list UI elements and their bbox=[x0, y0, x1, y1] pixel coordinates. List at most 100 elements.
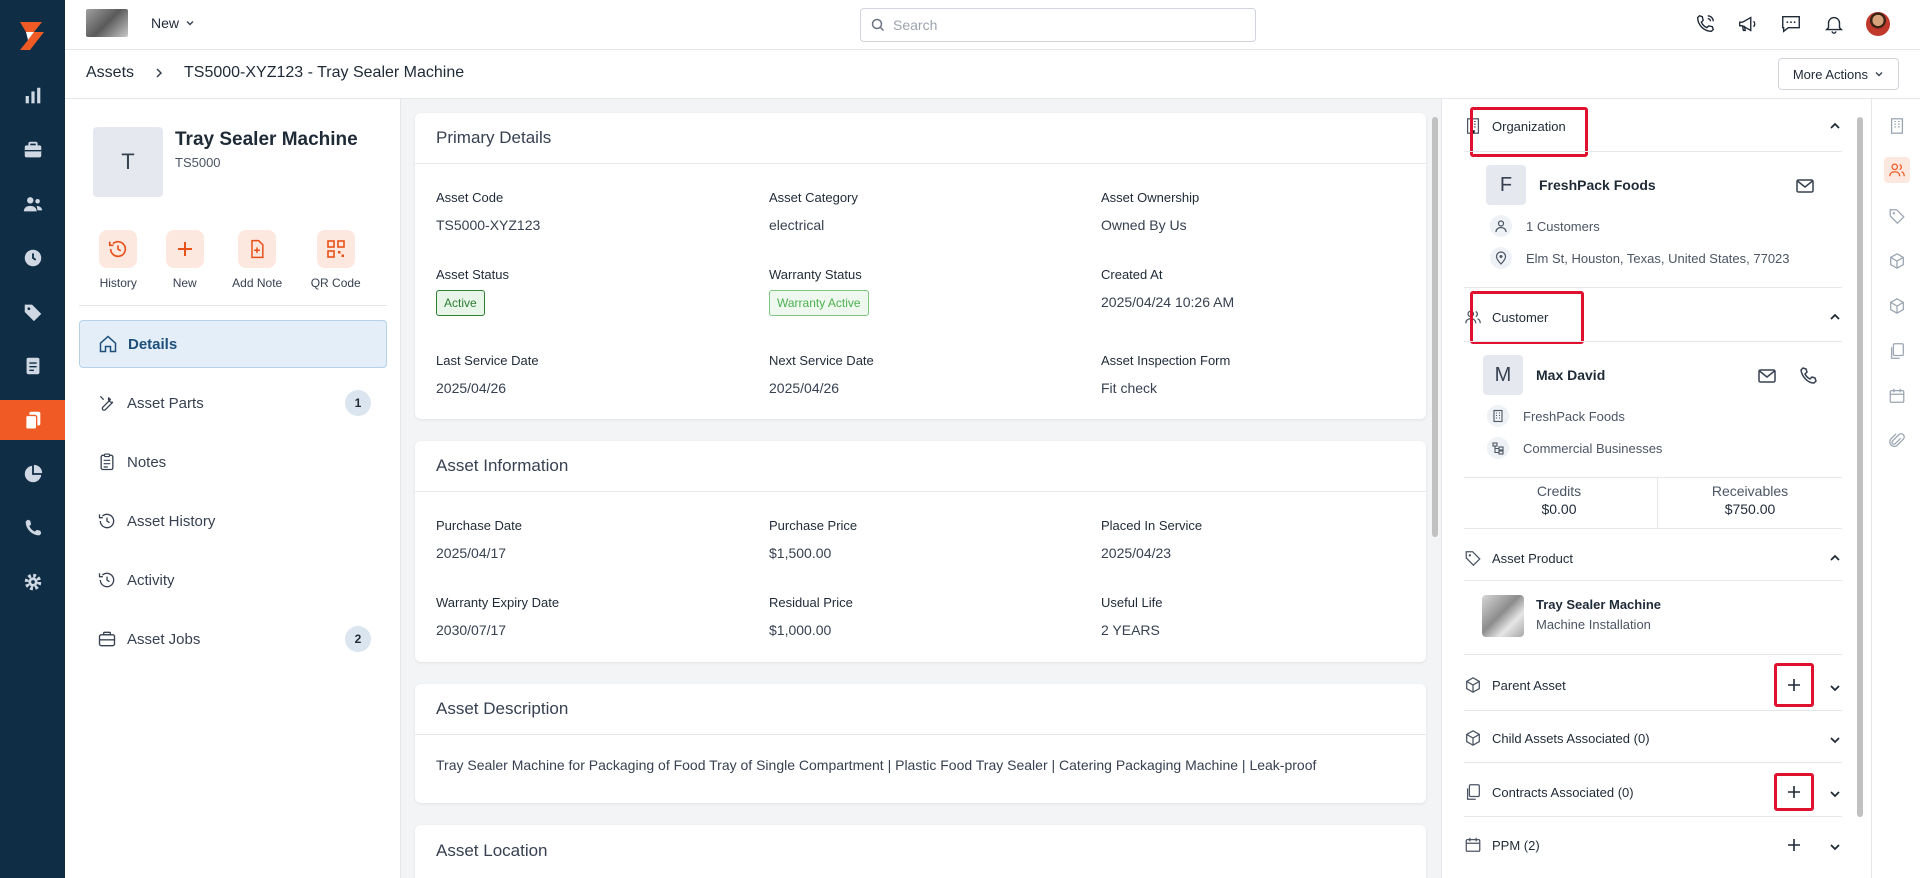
child-assets-section-header[interactable]: Child Assets Associated (0) bbox=[1464, 718, 1842, 758]
chevron-down-icon[interactable] bbox=[1828, 787, 1842, 801]
main-scrollbar[interactable] bbox=[1429, 99, 1441, 878]
field-value: 2025/04/17 bbox=[436, 545, 507, 561]
cube-icon bbox=[1466, 730, 1480, 746]
contracts-section-header[interactable]: Contracts Associated (0) bbox=[1464, 772, 1842, 812]
nav-pricing[interactable] bbox=[0, 292, 65, 332]
mail-icon[interactable] bbox=[1794, 175, 1816, 197]
organization-customers: 1 Customers bbox=[1526, 218, 1600, 234]
tab-asset-parts-label: Asset Parts bbox=[127, 394, 204, 412]
home-icon bbox=[99, 335, 117, 353]
tab-details[interactable]: Details bbox=[79, 320, 387, 368]
breadcrumb-assets-link[interactable]: Assets bbox=[86, 64, 134, 82]
user-avatar[interactable] bbox=[1866, 12, 1890, 36]
field-label: Warranty Expiry Date bbox=[436, 595, 560, 610]
rail-contracts[interactable] bbox=[1884, 338, 1910, 364]
app-logo[interactable] bbox=[12, 16, 52, 56]
rail-attachments[interactable] bbox=[1884, 428, 1910, 454]
nav-customers[interactable] bbox=[0, 184, 65, 224]
useful-life-field: Useful Life 2 YEARS bbox=[1101, 595, 1162, 638]
bell-icon[interactable] bbox=[1823, 13, 1845, 35]
tab-activity[interactable]: Activity bbox=[79, 556, 387, 604]
rail-child-assets[interactable] bbox=[1884, 293, 1910, 319]
nav-settings[interactable] bbox=[0, 562, 65, 602]
chevron-up-icon[interactable] bbox=[1828, 119, 1842, 133]
tab-asset-history[interactable]: Asset History bbox=[79, 497, 387, 545]
chevron-down-icon[interactable] bbox=[1828, 840, 1842, 854]
field-label: Asset Category bbox=[769, 190, 858, 205]
chat-icon[interactable] bbox=[1780, 13, 1802, 35]
nav-schedule[interactable] bbox=[0, 238, 65, 278]
add-ppm-button[interactable] bbox=[1774, 825, 1814, 865]
briefcase-icon bbox=[24, 141, 41, 158]
chevron-down-icon[interactable] bbox=[1828, 733, 1842, 747]
asset-product-name[interactable]: Tray Sealer Machine bbox=[1536, 597, 1661, 612]
next-service-field: Next Service Date 2025/04/26 bbox=[769, 353, 874, 396]
megaphone-icon[interactable] bbox=[1737, 13, 1759, 35]
customer-organization-row: FreshPack Foods bbox=[1487, 405, 1625, 427]
section-divider bbox=[1464, 816, 1842, 817]
search-icon bbox=[871, 18, 885, 32]
new-menu-button[interactable]: New bbox=[151, 15, 195, 31]
chevron-up-icon[interactable] bbox=[1828, 310, 1842, 324]
rail-ppm[interactable] bbox=[1884, 383, 1910, 409]
qr-code-action-label: QR Code bbox=[310, 276, 361, 290]
tab-asset-parts[interactable]: Asset Parts 1 bbox=[79, 379, 387, 427]
qr-code-action[interactable]: QR Code bbox=[311, 230, 361, 290]
asset-product-section-header[interactable]: Asset Product bbox=[1464, 538, 1842, 578]
nav-assets[interactable] bbox=[0, 400, 65, 440]
add-parent-asset-button[interactable] bbox=[1774, 663, 1814, 707]
section-divider bbox=[1464, 762, 1842, 763]
nav-jobs[interactable] bbox=[0, 130, 65, 170]
parent-asset-section-header[interactable]: Parent Asset bbox=[1464, 663, 1842, 707]
nav-invoices[interactable] bbox=[0, 346, 65, 386]
chevron-down-icon[interactable] bbox=[1828, 681, 1842, 695]
purchase-date-field: Purchase Date 2025/04/17 bbox=[436, 518, 522, 561]
nav-reports[interactable] bbox=[0, 454, 65, 494]
field-label: Next Service Date bbox=[769, 353, 874, 368]
plus-icon bbox=[1788, 786, 1800, 798]
paperclip-icon bbox=[1889, 433, 1905, 448]
organization-name[interactable]: FreshPack Foods bbox=[1539, 177, 1656, 193]
field-value: $1,000.00 bbox=[769, 622, 832, 638]
tab-asset-jobs[interactable]: Asset Jobs 2 bbox=[79, 615, 387, 663]
nav-calls[interactable] bbox=[0, 508, 65, 548]
customer-highlight bbox=[1470, 291, 1584, 344]
add-note-action-label: Add Note bbox=[232, 276, 283, 290]
rail-asset-product[interactable] bbox=[1884, 203, 1910, 229]
pie-chart-icon bbox=[24, 464, 42, 483]
asset-product-category: Machine Installation bbox=[1536, 617, 1651, 632]
primary-details-title: Primary Details bbox=[415, 113, 1426, 164]
tab-notes-label: Notes bbox=[127, 453, 167, 471]
new-action-label: New bbox=[172, 276, 197, 290]
more-actions-button[interactable]: More Actions bbox=[1777, 58, 1899, 90]
rail-organization[interactable] bbox=[1884, 113, 1910, 139]
breadcrumb-current: TS5000-XYZ123 - Tray Sealer Machine bbox=[184, 64, 465, 81]
customer-name[interactable]: Max David bbox=[1536, 367, 1605, 383]
asset-information-title: Asset Information bbox=[415, 441, 1426, 492]
chevron-up-icon[interactable] bbox=[1828, 551, 1842, 565]
related-panel-scrollbar[interactable] bbox=[1857, 117, 1863, 817]
phone-call-icon[interactable] bbox=[1694, 13, 1716, 35]
add-note-action[interactable]: Add Note bbox=[232, 230, 282, 290]
last-service-field: Last Service Date 2025/04/26 bbox=[436, 353, 539, 396]
phone-icon[interactable] bbox=[1798, 365, 1820, 387]
rail-customer[interactable] bbox=[1884, 157, 1910, 183]
rail-parent-asset[interactable] bbox=[1884, 248, 1910, 274]
tab-notes[interactable]: Notes bbox=[79, 438, 387, 486]
qr-code-icon bbox=[326, 240, 345, 258]
add-contract-button[interactable] bbox=[1774, 773, 1814, 811]
asset-location-title: Asset Location bbox=[436, 840, 548, 860]
created-at-field: Created At 2025/04/24 10:26 AM bbox=[1101, 267, 1234, 310]
organization-avatar: F bbox=[1486, 165, 1526, 205]
company-logo[interactable] bbox=[86, 9, 128, 37]
new-action[interactable]: New bbox=[165, 230, 204, 290]
asset-location-card: Asset Location bbox=[415, 825, 1426, 878]
ppm-heading: PPM (2) bbox=[1492, 837, 1540, 853]
chevron-right-icon bbox=[156, 68, 163, 78]
search-input[interactable] bbox=[893, 17, 1233, 33]
mail-icon[interactable] bbox=[1756, 365, 1778, 387]
nav-dashboard[interactable] bbox=[0, 76, 65, 116]
history-action[interactable]: History bbox=[99, 230, 138, 290]
ppm-section-header[interactable]: PPM (2) bbox=[1464, 825, 1842, 865]
tab-details-label: Details bbox=[128, 335, 178, 353]
